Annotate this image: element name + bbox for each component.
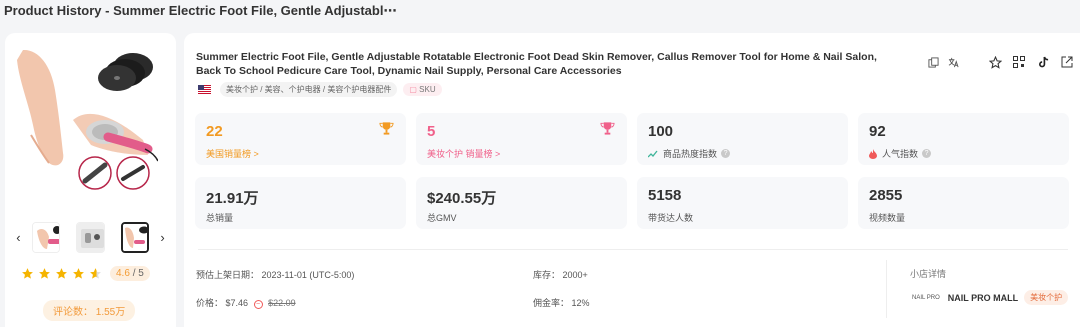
- rating-value: 4.6: [116, 268, 130, 279]
- star-icon: [22, 268, 33, 279]
- stat-value: 5: [427, 123, 436, 140]
- stat-label: 人气指数: [882, 149, 919, 159]
- stat-value: 22: [206, 123, 223, 140]
- stat-popularity-index: 92 人气指数 ?: [858, 113, 1069, 165]
- star-icon: [73, 268, 84, 279]
- review-count-value: 1.55万: [95, 307, 126, 318]
- copy-icon[interactable]: [926, 55, 940, 69]
- stat-category-sales-rank[interactable]: 5 美妆个护 销量榜 >: [416, 113, 627, 165]
- listed-date: 预估上架日期： 2023-11-01 (UTC-5:00): [196, 268, 354, 281]
- stat-label: 总GMV: [427, 213, 457, 223]
- trend-icon: [648, 150, 658, 157]
- star-icon: [39, 268, 50, 279]
- flame-icon: [869, 148, 877, 159]
- commission-value: 12%: [571, 298, 590, 308]
- stock-label: 库存：: [533, 270, 561, 280]
- external-link-icon[interactable]: [1060, 55, 1074, 69]
- translate-icon[interactable]: [946, 55, 960, 69]
- stat-heat-index: 100 商品热度指数 ?: [637, 113, 848, 165]
- star-outline-icon[interactable]: [988, 55, 1002, 69]
- stat-label-row: 商品热度指数 ?: [648, 147, 731, 160]
- rating-score: 4.6 / 5: [110, 266, 150, 281]
- help-icon[interactable]: ?: [922, 149, 932, 158]
- stat-value: 100: [648, 123, 674, 140]
- stock-value: 2000+: [562, 270, 588, 280]
- stat-creator-count: 5158 带货达人数: [637, 177, 848, 229]
- thumbnail-1[interactable]: [31, 221, 61, 253]
- trophy-icon: [600, 122, 615, 135]
- review-count-label: 评论数：: [53, 307, 93, 318]
- shop-category-tag: 美妆个护: [1024, 290, 1069, 305]
- stat-label-row: 人气指数 ?: [869, 147, 932, 160]
- product-main-image[interactable]: [13, 45, 158, 193]
- stat-value: 5158: [648, 187, 682, 204]
- stat-value: 92: [869, 123, 886, 140]
- listed-date-label: 预估上架日期：: [196, 270, 260, 280]
- product-tags: 美妆个护 / 美容、个护电器 / 美容个护电器配件 ▢ SKU: [198, 82, 442, 97]
- section-divider: [198, 249, 1068, 250]
- price-label: 价格：: [196, 298, 224, 308]
- listed-date-value: 2023-11-01 (UTC-5:00): [261, 270, 355, 280]
- sku-icon: ▢: [409, 85, 417, 94]
- stock: 库存： 2000+: [533, 268, 588, 281]
- qr-code-icon[interactable]: [1012, 55, 1026, 69]
- toolbar-icons: [926, 55, 1080, 69]
- stat-value: 21.91万: [206, 190, 259, 207]
- star-rating: 4.6 / 5: [21, 266, 150, 281]
- stat-us-sales-rank[interactable]: 22 美国销量榜 >: [195, 113, 406, 165]
- tiktok-icon[interactable]: [1036, 55, 1050, 69]
- stat-label: 带货达人数: [648, 213, 694, 223]
- stat-value: 2855: [869, 187, 903, 204]
- star-half-icon: [90, 268, 101, 279]
- page-title: Product History - Summer Electric Foot F…: [4, 3, 397, 18]
- us-flag-icon: [198, 85, 211, 94]
- shop-name[interactable]: NAIL PRO MALL: [948, 293, 1018, 303]
- price-value: $7.46: [225, 298, 249, 308]
- star-icon: [56, 268, 67, 279]
- product-title: Summer Electric Foot File, Gentle Adjust…: [196, 51, 877, 77]
- trophy-icon: [379, 122, 394, 135]
- shop-section-title: 小店详情: [910, 269, 947, 279]
- original-price: $22.09: [268, 298, 296, 308]
- stat-value: $240.55万: [427, 190, 497, 207]
- stat-label: 总销量: [206, 213, 234, 223]
- category-tag[interactable]: 美妆个护 / 美容、个护电器 / 美容个护电器配件: [220, 82, 398, 97]
- chevron-right-icon[interactable]: ›: [157, 230, 168, 245]
- sku-tag[interactable]: ▢ SKU: [403, 83, 442, 96]
- product-detail-card: Summer Electric Foot File, Gentle Adjust…: [184, 33, 1080, 327]
- discount-icon: −: [253, 300, 263, 309]
- chevron-left-icon[interactable]: ‹: [13, 230, 24, 245]
- shop-info[interactable]: NAIL PRO NAIL PRO MALL 美妆个护: [912, 290, 1069, 305]
- stat-total-gmv: $240.55万 总GMV: [416, 177, 627, 229]
- stat-total-sales: 21.91万 总销量: [195, 177, 406, 229]
- thumbnail-2[interactable]: [76, 221, 105, 253]
- stat-label: 视频数量: [869, 213, 906, 223]
- product-gallery-card: ‹ › 4.6 / 5 评论数： 1.55万: [5, 33, 176, 327]
- help-icon[interactable]: ?: [721, 149, 731, 158]
- commission: 佣金率： 12%: [533, 296, 590, 309]
- stat-label: 美国销量榜 >: [206, 149, 259, 159]
- vertical-divider: [886, 260, 887, 318]
- thumbnail-3[interactable]: [120, 221, 150, 253]
- stat-video-count: 2855 视频数量: [858, 177, 1069, 229]
- rating-max: / 5: [132, 268, 144, 279]
- commission-label: 佣金率：: [533, 298, 570, 308]
- thumbnail-strip: ‹ ›: [13, 219, 168, 255]
- stat-label: 美妆个护 销量榜 >: [427, 149, 501, 159]
- price: 价格： $7.46 − $22.09: [196, 296, 296, 309]
- sku-label: SKU: [419, 85, 436, 94]
- shop-logo: NAIL PRO: [912, 294, 940, 301]
- stat-label: 商品热度指数: [663, 149, 718, 159]
- review-count-badge: 评论数： 1.55万: [43, 300, 136, 321]
